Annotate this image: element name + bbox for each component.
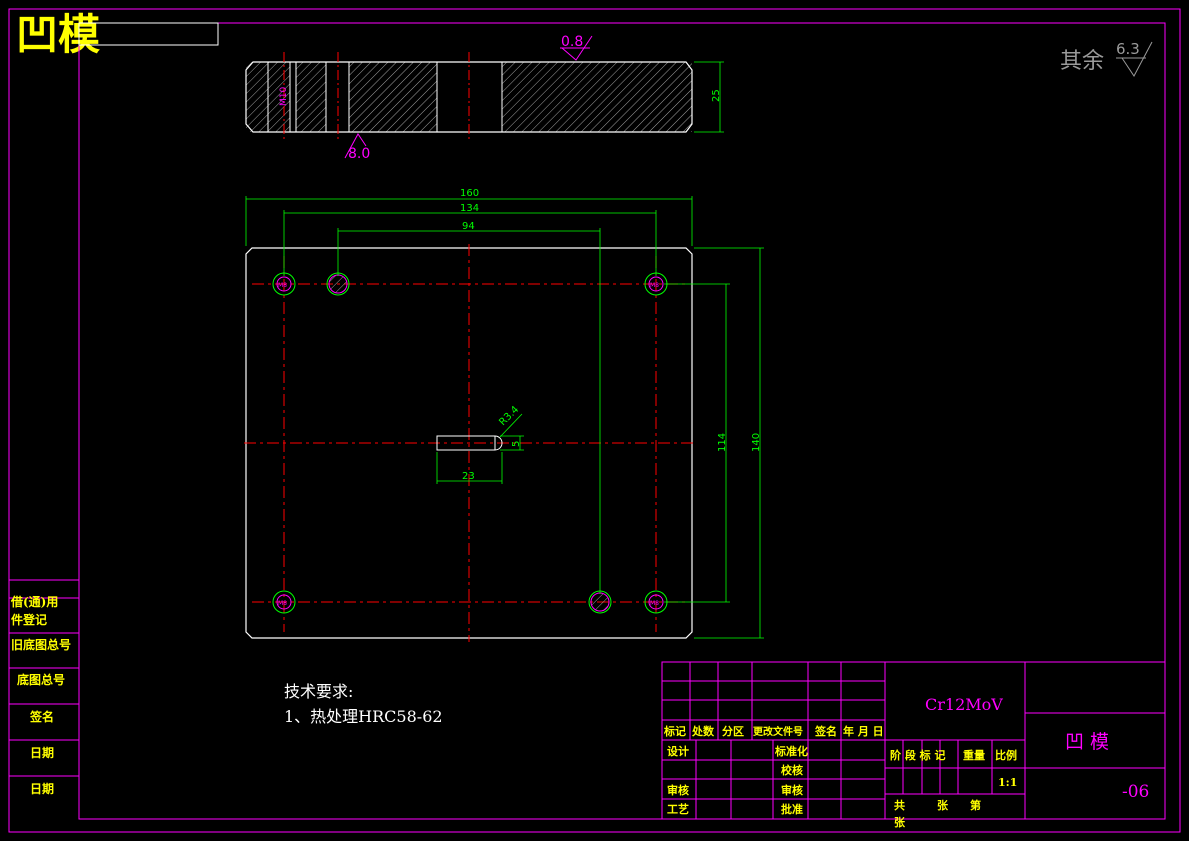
tb-verify: 审核 [781, 783, 803, 797]
tb-sheets-2: 第 [970, 798, 981, 812]
plan-view: M8 M8 M8 M8 160 134 94 140 114 23 5 R3.4 [244, 188, 764, 642]
tb-sheets-1: 张 [937, 798, 949, 812]
tb-material: Cr12MoV [925, 695, 1003, 714]
left-col-label-6: 日期 [30, 745, 54, 760]
roughness-rest-value: 6.3 [1116, 40, 1140, 58]
section-height-label: 25 [711, 89, 722, 102]
tb-hdr-1: 处数 [691, 724, 715, 738]
dim-5: 5 [511, 441, 522, 447]
left-col-label-3: 旧底图总号 [11, 637, 71, 652]
tb-craft: 工艺 [667, 802, 689, 816]
tb-hdr-5: 年 月 日 [843, 724, 884, 738]
hole-label-2: M8 [650, 282, 659, 289]
drawing-canvas: 借(通)用 件登记 旧底图总号 底图总号 签名 日期 日期 25 M10 0.8… [8, 8, 1181, 833]
tb-sheets-3: 张 [894, 815, 906, 829]
dim-134: 134 [460, 203, 479, 214]
tb-sheets-0: 共 [894, 798, 905, 812]
tb-check: 校核 [781, 763, 803, 777]
section-view: 25 M10 0.8 8.0 [245, 34, 724, 162]
tech-req-item-1: 1、热处理HRC58-62 [284, 707, 443, 726]
roughness-side-value: 8.0 [348, 146, 370, 162]
tb-review: 审核 [667, 783, 689, 797]
left-col-label-1: 借(通)用 [10, 594, 58, 609]
dim-r34: R3.4 [497, 404, 521, 428]
tb-part-name: 凹 模 [1065, 731, 1109, 753]
thread-label: M10 [279, 87, 289, 106]
title-tag-box [78, 22, 219, 46]
tb-hdr-0: 标记 [663, 724, 686, 738]
dim-140: 140 [751, 433, 762, 452]
tb-approve: 批准 [781, 802, 803, 816]
tb-hdr-2: 分区 [722, 724, 744, 738]
tb-design: 设计 [667, 744, 689, 758]
roughness-rest-prefix: 其余 [1060, 49, 1104, 74]
roughness-top-value: 0.8 [561, 34, 583, 50]
hole-label-4: M8 [650, 600, 659, 607]
left-col-label-7: 日期 [30, 781, 54, 796]
hole-label-1: M8 [278, 282, 287, 289]
tb-stage: 阶 段 标 记 [890, 748, 946, 762]
left-col-label-4: 底图总号 [17, 672, 65, 687]
hole-label-3: M8 [278, 600, 287, 607]
tb-weight: 重量 [963, 748, 985, 762]
dim-114: 114 [717, 433, 728, 452]
tb-scale-hdr: 比例 [995, 748, 1017, 762]
left-col-label-5: 签名 [29, 709, 54, 724]
tb-scale: 1:1 [998, 776, 1017, 789]
tb-hdr-4: 签名 [814, 724, 837, 738]
tb-standardize: 标准化 [774, 744, 808, 758]
dim-23: 23 [462, 471, 475, 482]
tb-drawing-no: -06 [1122, 782, 1149, 802]
tb-hdr-3: 更改文件号 [753, 725, 803, 738]
tech-req-heading: 技术要求: [284, 682, 354, 701]
left-col-label-2: 件登记 [11, 612, 47, 627]
dim-160: 160 [460, 188, 479, 199]
dim-94: 94 [462, 221, 475, 232]
